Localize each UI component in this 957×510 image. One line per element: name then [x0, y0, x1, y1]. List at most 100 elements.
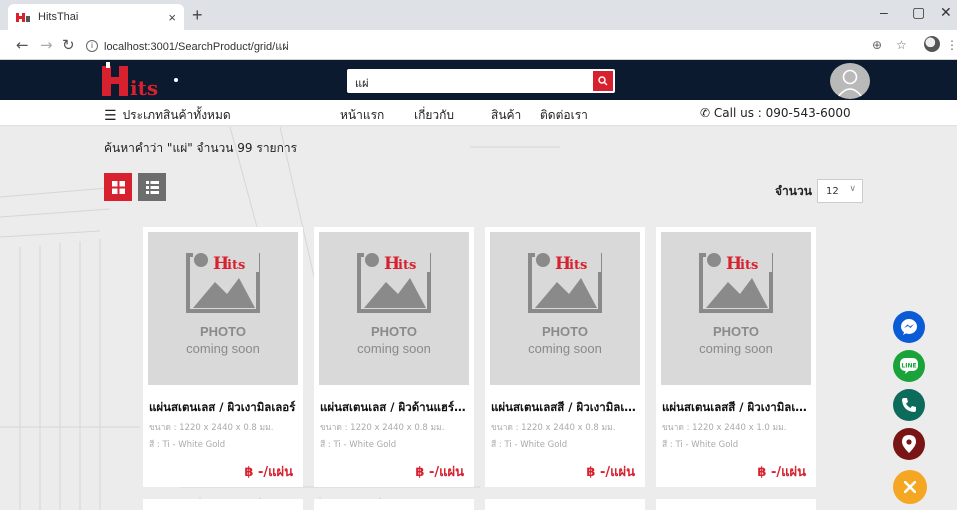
- count-label: จำนวน: [775, 184, 812, 198]
- search-icon: [598, 76, 608, 86]
- product-price: ฿ -/แผ่น: [244, 465, 293, 480]
- nav-categories-label: ประเภทสินค้าทั้งหมด: [122, 108, 231, 122]
- svg-text:its: its: [130, 76, 158, 98]
- placeholder-subtitle: coming soon: [186, 341, 260, 356]
- new-tab-button[interactable]: +: [192, 5, 203, 26]
- photo-placeholder-icon: H its: [357, 252, 431, 313]
- search-query: แผ่: [355, 77, 369, 90]
- product-image-placeholder: H its PHOTO coming soon: [490, 232, 640, 385]
- messenger-button[interactable]: [893, 311, 925, 343]
- count-select[interactable]: 12 ∨: [817, 179, 863, 203]
- nav-home[interactable]: หน้าแรก: [340, 106, 384, 125]
- nav-call-label: Call us : 090-543-6000: [713, 106, 851, 120]
- nav-products[interactable]: สินค้า: [491, 106, 521, 125]
- photo-placeholder-icon: H its: [528, 252, 602, 313]
- nav-about[interactable]: เกี่ยวกับ: [414, 106, 454, 125]
- list-icon: [145, 180, 159, 194]
- hits-logo[interactable]: its: [100, 62, 182, 100]
- product-image-placeholder: H its PHOTO coming soon: [148, 232, 298, 385]
- location-button[interactable]: [893, 428, 925, 460]
- product-card[interactable]: H its PHOTO coming soon แผ่นสเตนเลสสี / …: [656, 227, 816, 487]
- phone-icon: [902, 398, 916, 412]
- product-size: ขนาด : 1220 x 2440 x 1.0 มม.: [662, 423, 787, 433]
- product-card[interactable]: H its PHOTO coming soon แผ่นสเตนเลสสี / …: [485, 227, 645, 487]
- profile-extension-icon[interactable]: [924, 36, 940, 52]
- user-avatar[interactable]: [830, 63, 870, 99]
- menu-icon: ☰: [104, 108, 117, 124]
- tab-title: HitsThai: [38, 11, 79, 23]
- site-header: its แผ่: [0, 60, 957, 100]
- nav-categories[interactable]: ☰ ประเภทสินค้าทั้งหมด: [104, 106, 231, 125]
- photo-placeholder-icon: H its: [699, 252, 773, 313]
- search-results: ค้นหาคำว่า "แผ่" จำนวน 99 รายการ จำนวน 1…: [0, 127, 957, 510]
- product-card[interactable]: [314, 499, 474, 510]
- back-arrow-icon[interactable]: ←: [16, 36, 29, 54]
- search-input[interactable]: แผ่: [347, 69, 615, 93]
- line-icon: LINE: [900, 358, 918, 374]
- svg-text:LINE: LINE: [901, 363, 916, 370]
- site-info-icon[interactable]: i: [86, 39, 98, 52]
- count-value: 12: [826, 185, 839, 197]
- maximize-button[interactable]: ▢: [912, 4, 925, 21]
- placeholder-subtitle: coming soon: [357, 341, 431, 356]
- placeholder-subtitle: coming soon: [699, 341, 773, 356]
- chevron-down-icon: ∨: [849, 184, 856, 194]
- grid-icon: [111, 180, 125, 194]
- location-pin-icon: [902, 435, 916, 453]
- product-size: ขนาด : 1220 x 2440 x 0.8 มม.: [320, 423, 445, 433]
- grid-view-button[interactable]: [104, 173, 132, 201]
- product-color: สี : Ti - White Gold: [149, 440, 226, 450]
- product-card[interactable]: [143, 499, 303, 510]
- placeholder-title: PHOTO: [713, 324, 759, 339]
- forward-arrow-icon[interactable]: →: [40, 36, 53, 54]
- photo-placeholder-icon: H its: [186, 252, 260, 313]
- url-text: localhost:3001/SearchProduct/grid/แผ่: [104, 40, 289, 53]
- svg-text:its: its: [227, 258, 245, 273]
- placeholder-title: PHOTO: [200, 324, 246, 339]
- product-card[interactable]: H its PHOTO coming soon แผ่นสเตนเลส / ผิ…: [143, 227, 303, 487]
- nav-contact[interactable]: ติดต่อเรา: [540, 106, 588, 125]
- browser-tab[interactable]: HitsThai ×: [8, 4, 184, 30]
- search-button[interactable]: [593, 71, 613, 91]
- address-bar: ← → ↻ i localhost:3001/SearchProduct/gri…: [0, 30, 957, 60]
- product-name[interactable]: แผ่นสเตนเลส / ผิวด้านแฮร์ไลน์: [320, 399, 470, 417]
- window-close-button[interactable]: ✕: [940, 4, 952, 21]
- product-image-placeholder: H its PHOTO coming soon: [661, 232, 811, 385]
- product-color: สี : Ti - White Gold: [491, 440, 568, 450]
- product-price: ฿ -/แผ่น: [757, 465, 806, 480]
- results-heading: ค้นหาคำว่า "แผ่" จำนวน 99 รายการ: [104, 141, 298, 155]
- placeholder-title: PHOTO: [542, 324, 588, 339]
- product-size: ขนาด : 1220 x 2440 x 0.8 มม.: [491, 423, 616, 433]
- site-favicon-icon: [16, 12, 30, 22]
- product-card[interactable]: [485, 499, 645, 510]
- main-nav: ☰ ประเภทสินค้าทั้งหมด หน้าแรก เกี่ยวกับ ส…: [0, 100, 957, 126]
- svg-text:its: its: [569, 258, 587, 273]
- product-card[interactable]: [656, 499, 816, 510]
- browser-tab-bar: HitsThai × + – ▢ ✕: [0, 0, 957, 30]
- messenger-icon: [901, 319, 917, 335]
- line-button[interactable]: LINE: [893, 350, 925, 382]
- placeholder-title: PHOTO: [371, 324, 417, 339]
- list-view-button[interactable]: [138, 173, 166, 201]
- nav-call[interactable]: ✆ Call us : 090-543-6000: [700, 106, 851, 120]
- phone-button[interactable]: [893, 389, 925, 421]
- product-name[interactable]: แผ่นสเตนเลส / ผิวเงามิลเลอร์: [149, 399, 299, 417]
- product-size: ขนาด : 1220 x 2440 x 0.8 มม.: [149, 423, 274, 433]
- product-card[interactable]: H its PHOTO coming soon แผ่นสเตนเลส / ผิ…: [314, 227, 474, 487]
- bookmark-star-icon[interactable]: ☆: [896, 38, 907, 52]
- product-price: ฿ -/แผ่น: [586, 465, 635, 480]
- minimize-button[interactable]: –: [880, 4, 888, 20]
- product-image-placeholder: H its PHOTO coming soon: [319, 232, 469, 385]
- reload-icon[interactable]: ↻: [62, 36, 75, 54]
- product-price: ฿ -/แผ่น: [415, 465, 464, 480]
- zoom-icon[interactable]: ⊕: [872, 38, 882, 52]
- tab-close-icon[interactable]: ×: [168, 10, 176, 25]
- product-color: สี : Ti - White Gold: [320, 440, 397, 450]
- toggle-contact-button[interactable]: [893, 470, 927, 504]
- url-field[interactable]: i localhost:3001/SearchProduct/grid/แผ่: [86, 35, 856, 56]
- browser-menu-icon[interactable]: ⋮: [946, 38, 957, 52]
- product-color: สี : Ti - White Gold: [662, 440, 739, 450]
- product-name[interactable]: แผ่นสเตนเลสสี / ผิวเงามิลเลอร์: [491, 399, 641, 417]
- phone-outline-icon: ✆: [700, 106, 711, 120]
- product-name[interactable]: แผ่นสเตนเลสสี / ผิวเงามิลเลอร์: [662, 399, 812, 417]
